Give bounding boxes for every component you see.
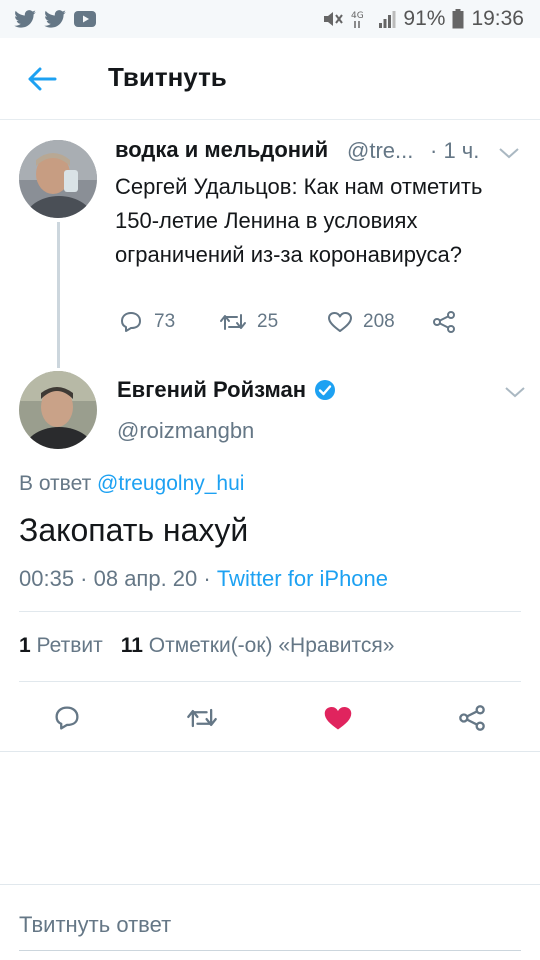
clock: 19:36 [471, 7, 524, 30]
parent-tweet-author-handle[interactable]: @tre... [347, 138, 413, 164]
like-button[interactable] [318, 698, 358, 738]
heart-filled-icon [324, 707, 352, 730]
tweet-text: Закопать нахуй [19, 512, 249, 548]
like-count: 208 [363, 311, 395, 332]
share-icon [459, 705, 485, 731]
tweet-meta: 00:35 · 08 апр. 20 · Twitter for iPhone [19, 566, 388, 592]
chevron-down-icon [505, 387, 525, 398]
app-header: Твитнуть [0, 38, 540, 120]
retweet-icon [187, 708, 217, 728]
retweets-stat-label: Ретвит [36, 634, 103, 657]
tweet-actions [0, 698, 540, 738]
status-bar-right: 4G 91% 19:36 [322, 7, 524, 31]
battery-icon [452, 9, 464, 29]
reply-button[interactable]: 73 [118, 310, 175, 334]
avatar[interactable] [19, 140, 97, 218]
like-button[interactable]: 208 [327, 310, 395, 334]
divider [0, 751, 540, 752]
reply-count: 73 [154, 311, 176, 332]
author-name-text: Евгений Ройзман [117, 377, 307, 402]
back-button[interactable] [22, 62, 62, 96]
reply-input-underline [19, 950, 521, 951]
retweet-button[interactable]: 25 [219, 311, 278, 333]
tweet-menu-button[interactable] [498, 146, 520, 160]
divider [0, 884, 540, 885]
heart-icon [328, 312, 352, 332]
retweet-button[interactable] [182, 698, 222, 738]
likes-stat-count: 11 [120, 634, 143, 657]
parent-tweet-author-name[interactable]: водка и мельдоний [115, 137, 328, 163]
share-icon [433, 311, 455, 333]
reply-input[interactable] [19, 905, 521, 945]
svg-text:4G: 4G [351, 11, 364, 21]
arrow-left-icon [28, 67, 57, 91]
tweet-author-handle[interactable]: @roizmangbn [117, 418, 254, 444]
twitter-icon [14, 10, 36, 28]
status-bar-left [14, 10, 96, 28]
parent-tweet-time: · 1 ч. [430, 138, 480, 163]
status-bar: 4G 91% 19:36 [0, 0, 540, 38]
retweets-stat[interactable]: 1 Ретвит [19, 634, 103, 657]
verified-badge-icon [315, 380, 336, 400]
youtube-icon [74, 11, 96, 27]
retweets-stat-count: 1 [19, 634, 31, 657]
parent-tweet-actions: 73 25 208 [115, 308, 475, 336]
battery-percent: 91% [403, 7, 446, 30]
reply-context: В ответ @treugolny_hui [19, 472, 244, 496]
parent-tweet-text: Сергей Удальцов: Как нам отметить 150-ле… [115, 174, 483, 267]
divider [19, 611, 521, 612]
avatar[interactable] [19, 371, 97, 449]
reply-prefix: В ответ [19, 472, 92, 495]
tweet-stats: 1 Ретвит 11 Отметки(-ок) «Нравится» [19, 634, 394, 658]
likes-stat-label: Отметки(-ок) «Нравится» [148, 634, 395, 657]
tweet-menu-button[interactable] [504, 385, 526, 399]
network-4g-icon: 4G [351, 8, 371, 30]
twitter-icon [44, 10, 66, 28]
mute-icon [322, 9, 344, 29]
divider [19, 681, 521, 682]
share-button[interactable] [452, 698, 492, 738]
likes-stat[interactable]: 11 Отметки(-ок) «Нравится» [121, 634, 395, 657]
reply-button[interactable] [47, 698, 87, 738]
signal-icon [378, 10, 396, 28]
page-title: Твитнуть [108, 62, 227, 92]
retweet-count: 25 [257, 311, 279, 332]
reply-to-link[interactable]: @treugolny_hui [97, 472, 244, 495]
reply-icon [121, 312, 141, 332]
tweet-author-name[interactable]: Евгений Ройзман [117, 377, 336, 403]
chevron-down-icon [499, 148, 519, 159]
thread-connector [57, 222, 60, 368]
reply-icon [55, 706, 79, 730]
tweet-datetime: 00:35 · 08 апр. 20 · [19, 566, 217, 591]
retweet-icon [220, 314, 246, 330]
share-button[interactable] [432, 311, 456, 333]
tweet-source-link[interactable]: Twitter for iPhone [217, 566, 388, 591]
